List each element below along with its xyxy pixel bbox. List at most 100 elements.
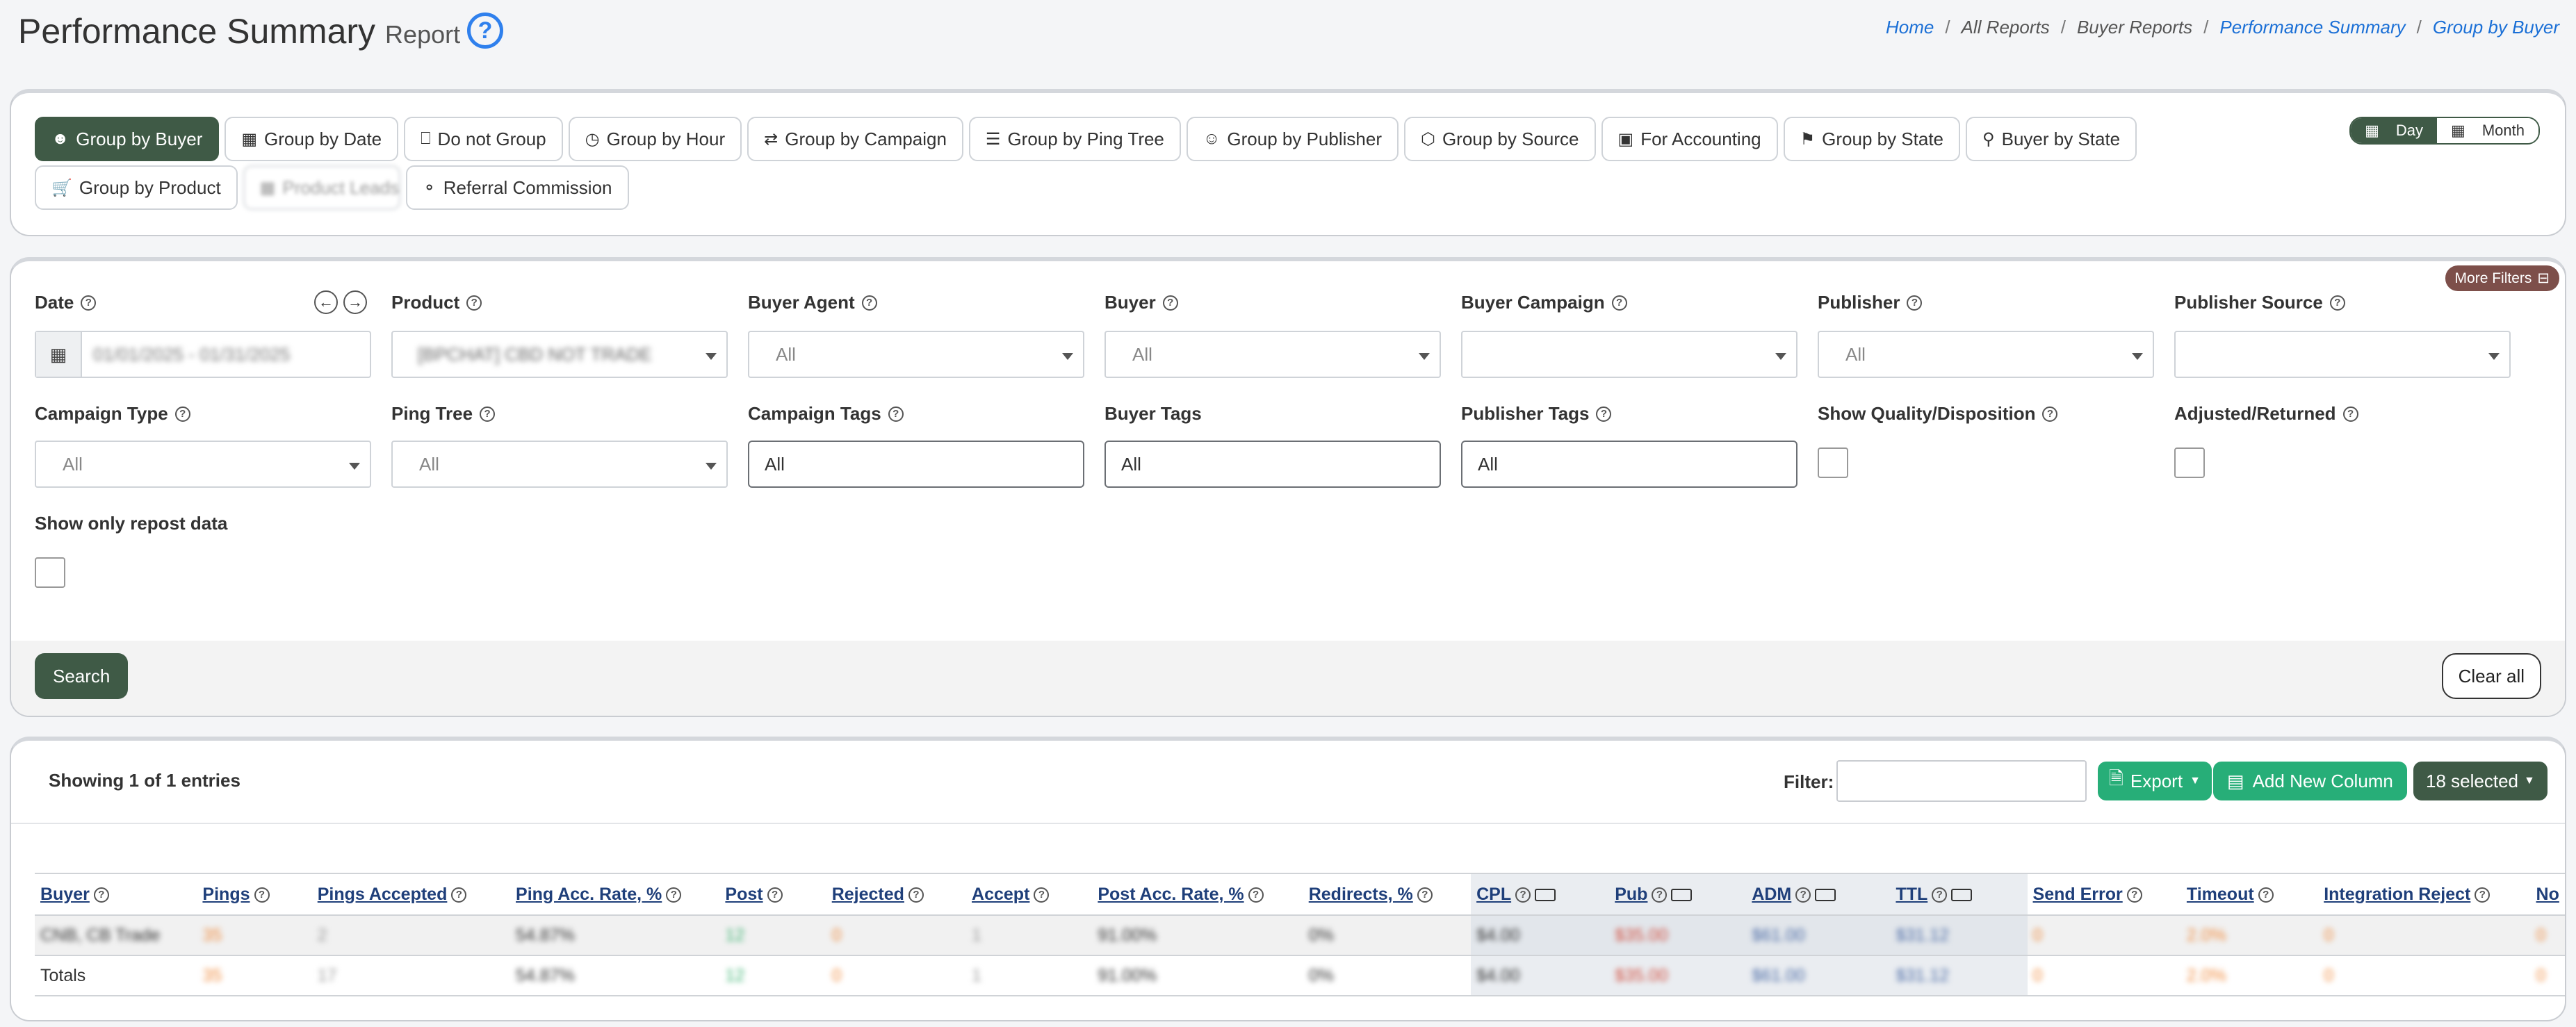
breadcrumb-current[interactable]: Group by Buyer <box>2433 17 2559 38</box>
col-pings[interactable]: Pings? <box>197 873 312 916</box>
col-buyer[interactable]: Buyer? <box>35 873 197 916</box>
search-button[interactable]: Search <box>35 653 129 699</box>
col-rejected[interactable]: Rejected? <box>826 873 967 916</box>
day-toggle[interactable]: ▦ Day <box>2351 118 2438 143</box>
users-icon: ☺ <box>1203 129 1221 148</box>
pin-icon: ⚲ <box>1982 129 1995 149</box>
chevron-down-icon: ▼ <box>2523 775 2535 787</box>
col-integration-reject[interactable]: Integration Reject? <box>2318 873 2531 916</box>
buyer-by-state-button[interactable]: ⚲ Buyer by State <box>1966 117 2137 161</box>
help-icon[interactable]: ? <box>908 887 924 903</box>
repost-only-checkbox[interactable] <box>35 557 65 588</box>
col-ttl[interactable]: TTL? <box>1890 873 2028 916</box>
help-icon[interactable]: ? <box>1515 887 1531 903</box>
col-adm[interactable]: ADM? <box>1746 873 1891 916</box>
publisher-select[interactable]: All <box>1818 331 2154 378</box>
help-icon[interactable]: ? <box>1932 887 1948 903</box>
help-icon[interactable]: ? <box>480 406 496 422</box>
col-redirects[interactable]: Redirects, %? <box>1303 873 1472 916</box>
question-circle-icon[interactable]: ? <box>467 13 503 49</box>
group-by-date-button[interactable]: ▦ Group by Date <box>225 117 399 161</box>
help-icon[interactable]: ? <box>174 406 190 422</box>
help-icon[interactable]: ? <box>466 295 482 311</box>
group-by-state-button[interactable]: ⚑ Group by State <box>1783 117 1961 161</box>
cell-adm-value: $61.00 <box>1752 925 1805 945</box>
arrow-left-icon[interactable]: ← <box>314 290 338 314</box>
add-new-column-button[interactable]: ▤ Add New Column <box>2213 762 2407 800</box>
export-button[interactable]: 🗎 Export ▼ <box>2098 762 2212 800</box>
help-icon[interactable]: ? <box>1795 887 1811 903</box>
col-timeout[interactable]: Timeout? <box>2180 873 2319 916</box>
adjusted-returned-checkbox[interactable] <box>2174 447 2205 478</box>
help-icon[interactable]: ? <box>93 887 109 903</box>
col-send-error[interactable]: Send Error? <box>2027 873 2181 916</box>
table-filter-input[interactable] <box>1836 760 2087 802</box>
help-icon[interactable]: ? <box>2475 887 2491 903</box>
help-icon[interactable]: ? <box>861 295 877 311</box>
buyer-campaign-select[interactable] <box>1461 331 1798 378</box>
calendar-icon[interactable]: ▦ <box>36 332 82 377</box>
columns-selected-dropdown[interactable]: 18 selected ▼ <box>2413 762 2548 800</box>
ping-tree-select[interactable]: All <box>391 441 728 488</box>
product-select[interactable]: [BPCHAT] CBD NOT TRADE <box>391 331 728 378</box>
help-icon[interactable]: ? <box>1611 295 1627 311</box>
group-by-hour-button[interactable]: ◷ Group by Hour <box>568 117 742 161</box>
help-icon[interactable]: ? <box>2342 406 2358 422</box>
help-icon[interactable]: ? <box>1248 887 1264 903</box>
group-by-ping-tree-button[interactable]: ☰ Group by Ping Tree <box>968 117 1181 161</box>
group-by-buyer-button[interactable]: ☻ Group by Buyer <box>35 117 220 161</box>
help-icon[interactable]: ? <box>1907 295 1923 311</box>
campaign-type-select[interactable]: All <box>35 441 371 488</box>
publisher-tags-input[interactable]: All <box>1461 441 1798 488</box>
arrow-right-icon[interactable]: → <box>343 290 367 314</box>
cell-buyer[interactable]: CNB, CB Trade <box>35 915 197 956</box>
product-leads-button[interactable]: ▦ Product Leads <box>243 165 400 210</box>
col-post-acc-rate[interactable]: Post Acc. Rate, %? <box>1092 873 1303 916</box>
buyer-tags-input[interactable]: All <box>1104 441 1441 488</box>
clear-all-button[interactable]: Clear all <box>2441 653 2541 699</box>
buyer-select[interactable]: All <box>1104 331 1441 378</box>
month-toggle[interactable]: ▦ Month <box>2437 118 2538 143</box>
help-icon[interactable]: ? <box>451 887 467 903</box>
buyer-agent-select[interactable]: All <box>748 331 1084 378</box>
col-ping-acc-rate[interactable]: Ping Acc. Rate, %? <box>510 873 720 916</box>
breadcrumb-performance-summary[interactable]: Performance Summary <box>2219 17 2405 38</box>
group-by-product-button[interactable]: 🛒 Group by Product <box>35 165 238 210</box>
help-icon[interactable]: ? <box>1596 406 1612 422</box>
total-accept: 1 <box>966 955 1093 996</box>
help-icon[interactable]: ? <box>2329 295 2345 311</box>
help-icon[interactable]: ? <box>2126 887 2142 903</box>
help-icon[interactable]: ? <box>1034 887 1050 903</box>
help-icon[interactable]: ? <box>888 406 904 422</box>
more-filters-button[interactable]: More Filters ⊟ <box>2445 265 2559 291</box>
date-range-input[interactable]: ▦ 01/01/2025 - 01/31/2025 <box>35 331 371 378</box>
col-no[interactable]: No <box>2530 873 2565 916</box>
help-icon[interactable]: ? <box>767 887 783 903</box>
col-cpl[interactable]: CPL? <box>1471 873 1610 916</box>
for-accounting-button[interactable]: ▣ For Accounting <box>1601 117 1778 161</box>
group-by-source-button[interactable]: ⬡ Group by Source <box>1403 117 1596 161</box>
col-post[interactable]: Post? <box>719 873 826 916</box>
help-icon[interactable]: ? <box>81 295 97 311</box>
show-quality-checkbox[interactable] <box>1818 447 1848 478</box>
breadcrumb-all-reports[interactable]: All Reports <box>1962 17 2050 38</box>
breadcrumb-buyer-reports[interactable]: Buyer Reports <box>2077 17 2192 38</box>
referral-commission-button[interactable]: ⚬ Referral Commission <box>405 165 629 210</box>
col-pings-accepted[interactable]: Pings Accepted? <box>311 873 511 916</box>
breadcrumb-home[interactable]: Home <box>1886 17 1934 38</box>
help-icon[interactable]: ? <box>2258 887 2274 903</box>
help-icon[interactable]: ? <box>1652 887 1668 903</box>
campaign-tags-input[interactable]: All <box>748 441 1084 488</box>
do-not-group-button[interactable]: ⎕ Do not Group <box>404 117 563 161</box>
help-icon[interactable]: ? <box>666 887 682 903</box>
help-icon[interactable]: ? <box>1417 887 1433 903</box>
group-by-campaign-button[interactable]: ⇄ Group by Campaign <box>747 117 963 161</box>
help-icon[interactable]: ? <box>1162 295 1178 311</box>
help-icon[interactable]: ? <box>254 887 270 903</box>
col-pub-label: Pub <box>1615 884 1648 904</box>
publisher-source-select[interactable] <box>2174 331 2511 378</box>
help-icon[interactable]: ? <box>2042 406 2058 422</box>
col-accept[interactable]: Accept? <box>966 873 1093 916</box>
group-by-publisher-button[interactable]: ☺ Group by Publisher <box>1186 117 1399 161</box>
col-pub[interactable]: Pub? <box>1609 873 1747 916</box>
